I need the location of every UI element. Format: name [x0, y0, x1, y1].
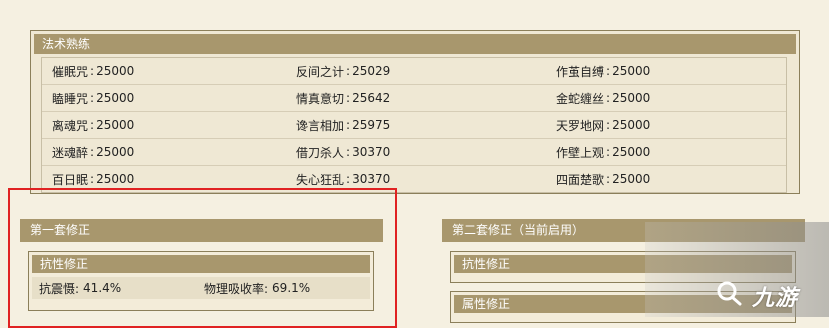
spell-name: 反间之计 — [296, 64, 345, 79]
spell-entry: 瞌睡咒:25000 — [52, 91, 135, 106]
spell-row: 催眠咒:25000 反间之计:25029 作茧自缚:25000 — [42, 58, 786, 84]
spell-entry: 作壁上观:25000 — [556, 145, 651, 160]
spell-name: 作壁上观 — [556, 145, 605, 160]
spell-entry: 天罗地网:25000 — [556, 118, 651, 133]
jiuyou-logo-icon — [717, 281, 742, 306]
spell-entry: 情真意切:25642 — [296, 91, 391, 106]
spell-entry: 金蛇缠丝:25000 — [556, 91, 651, 106]
spell-value: 25975 — [352, 118, 391, 132]
spell-value: 25000 — [96, 64, 135, 78]
spell-value: 25000 — [96, 91, 135, 105]
panel-title: 法术熟练 — [34, 34, 796, 54]
spell-name: 天罗地网 — [556, 118, 605, 133]
spell-name: 失心狂乱 — [296, 172, 345, 187]
spell-row: 迷魂醉:25000 借刀杀人:30370 作壁上观:25000 — [42, 138, 786, 165]
spell-name: 金蛇缠丝 — [556, 91, 605, 106]
spell-entry: 借刀杀人:30370 — [296, 145, 391, 160]
spell-value: 30370 — [352, 172, 391, 186]
spell-name: 瞌睡咒 — [52, 91, 89, 106]
spell-entry: 作茧自缚:25000 — [556, 64, 651, 79]
spell-value: 25000 — [612, 91, 651, 105]
spell-value: 25029 — [352, 64, 391, 78]
spell-entry: 离魂咒:25000 — [52, 118, 135, 133]
spell-name: 离魂咒 — [52, 118, 89, 133]
spell-name: 迷魂醉 — [52, 145, 89, 160]
spell-value: 25000 — [612, 172, 651, 186]
spell-value: 25000 — [612, 145, 651, 159]
spell-entry: 反间之计:25029 — [296, 64, 391, 79]
spell-name: 四面楚歌 — [556, 172, 605, 187]
spell-name: 百日眠 — [52, 172, 89, 187]
spell-entry: 四面楚歌:25000 — [556, 172, 651, 187]
spell-proficiency-panel: 法术熟练 催眠咒:25000 反间之计:25029 作茧自缚:25000 瞌睡咒… — [30, 30, 800, 194]
spell-value: 25000 — [96, 145, 135, 159]
spell-row: 瞌睡咒:25000 情真意切:25642 金蛇缠丝:25000 — [42, 84, 786, 111]
spell-entry: 催眠咒:25000 — [52, 64, 135, 79]
spell-value: 25000 — [612, 118, 651, 132]
spell-entry: 迷魂醉:25000 — [52, 145, 135, 160]
spell-name: 情真意切 — [296, 91, 345, 106]
spell-value: 25000 — [612, 64, 651, 78]
spell-name: 谗言相加 — [296, 118, 345, 133]
spell-name: 借刀杀人 — [296, 145, 345, 160]
watermark-text: 九游 — [752, 286, 799, 311]
spell-name: 催眠咒 — [52, 64, 89, 79]
spell-value: 25642 — [352, 91, 391, 105]
spell-value: 25000 — [96, 172, 135, 186]
spell-value: 30370 — [352, 145, 391, 159]
highlight-box — [8, 188, 397, 328]
spell-name: 作茧自缚 — [556, 64, 605, 79]
spell-value: 25000 — [96, 118, 135, 132]
spell-row: 离魂咒:25000 谗言相加:25975 天罗地网:25000 — [42, 111, 786, 138]
spell-entry: 谗言相加:25975 — [296, 118, 391, 133]
spell-grid: 催眠咒:25000 反间之计:25029 作茧自缚:25000 瞌睡咒:2500… — [41, 57, 787, 193]
